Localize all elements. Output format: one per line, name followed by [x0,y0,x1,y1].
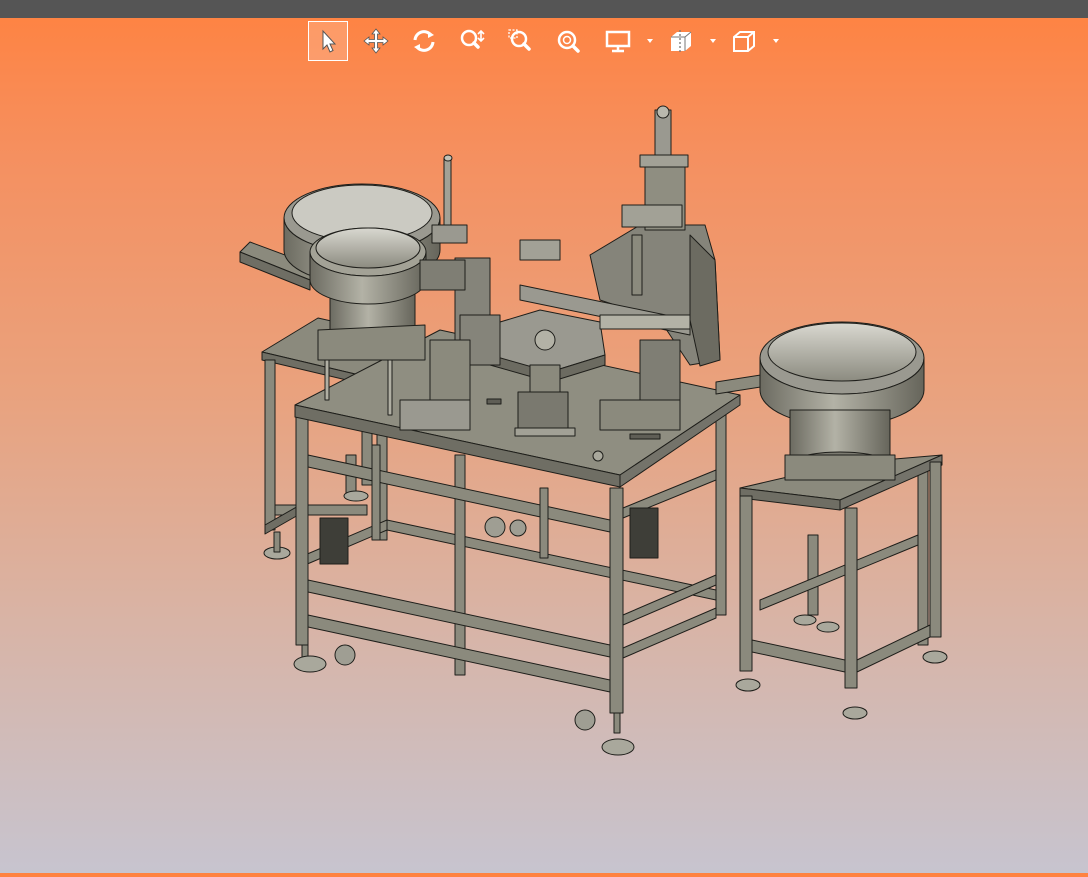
display-mode-dropdown[interactable] [646,37,654,45]
chevron-down-icon [647,39,653,43]
rotate-icon [413,30,435,52]
right-bowl-feeder [715,321,925,481]
zoom-fit-icon [557,30,580,53]
zoom-fit-tool-button[interactable] [548,21,588,61]
cad-model-render [239,105,948,756]
pan-tool-button[interactable] [356,21,396,61]
zoom-tool-button[interactable] [452,21,492,61]
chevron-down-icon [710,39,716,43]
display-mode-icon [605,30,631,53]
chevron-down-icon [773,39,779,43]
section-view-button[interactable] [661,21,701,61]
3d-viewport[interactable] [0,62,1088,873]
rotate-tool-button[interactable] [404,21,444,61]
standard-views-button[interactable] [724,21,764,61]
standard-views-dropdown[interactable] [772,37,780,45]
select-arrow-icon [322,29,337,53]
view-toolbar [0,21,1088,62]
standard-views-cube-icon [733,31,755,52]
section-view-dropdown[interactable] [709,37,717,45]
zoom-icon [460,29,485,49]
window-top-bar [0,0,1088,18]
right-feeder-stand [735,454,948,720]
select-tool-button[interactable] [308,21,348,61]
display-mode-button[interactable] [598,21,638,61]
zoom-window-tool-button[interactable] [500,21,540,61]
zoom-window-icon [508,29,531,51]
section-view-icon [671,30,692,53]
pan-icon [363,28,389,54]
